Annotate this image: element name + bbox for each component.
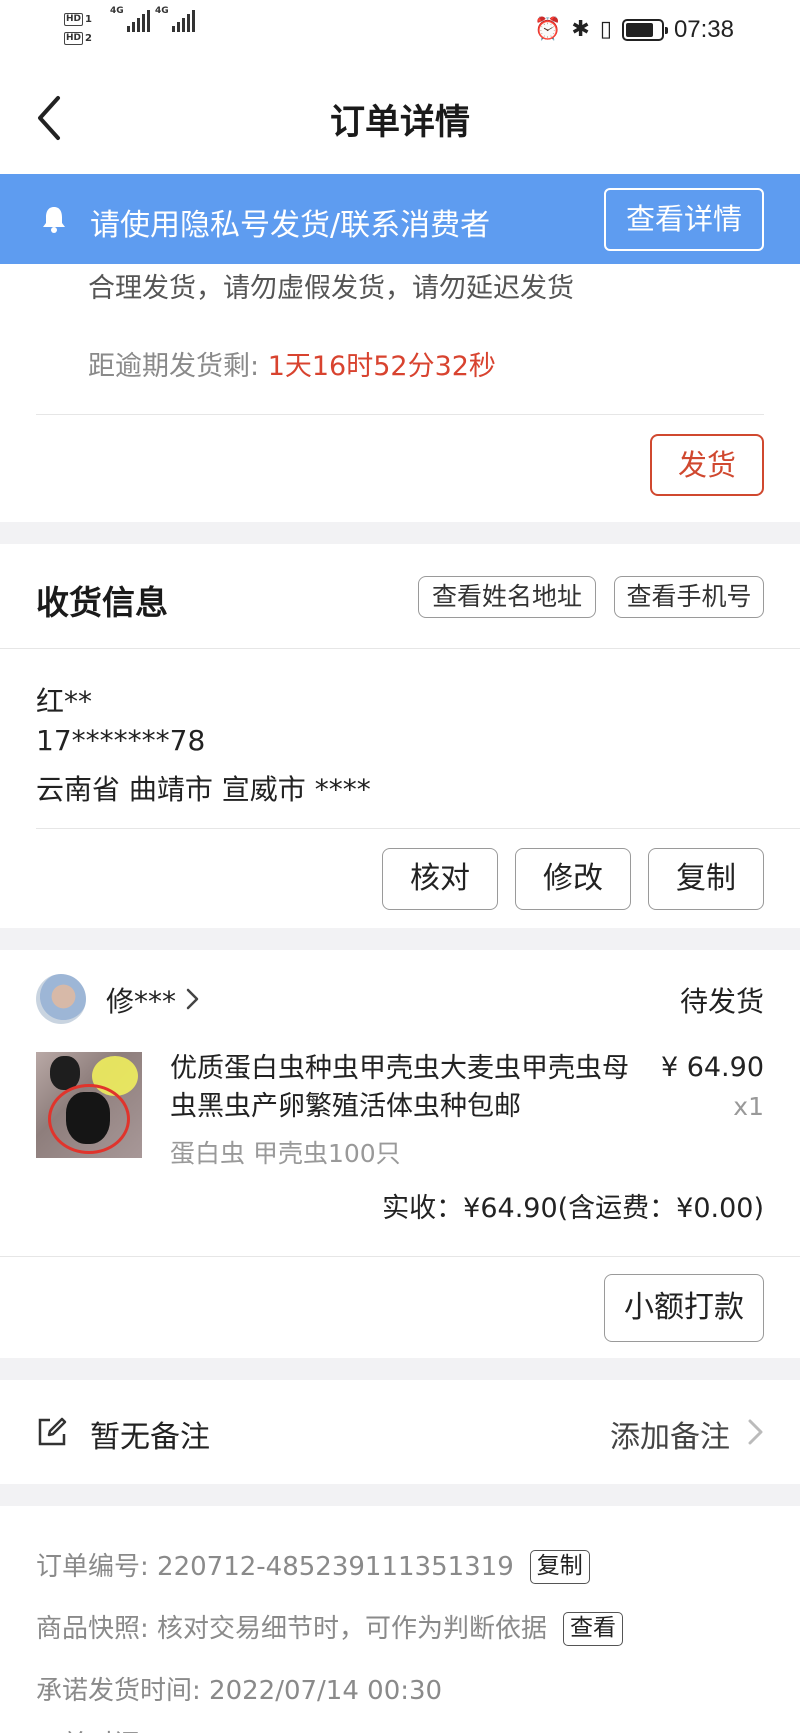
signal-icon: 4G xyxy=(110,6,150,32)
copy-button[interactable]: 复制 xyxy=(648,848,764,910)
copy-order-number-button[interactable]: 复制 xyxy=(529,1550,590,1584)
order-number-row: 订单编号: 220712-485239111351319 复制 xyxy=(36,1546,590,1584)
order-number: 220712-485239111351319 xyxy=(157,1552,514,1582)
view-name-address-button[interactable]: 查看姓名地址 xyxy=(418,576,596,618)
countdown-label: 距逾期发货剩: xyxy=(88,351,268,382)
chevron-right-icon[interactable] xyxy=(742,1416,768,1448)
signal-icon: 4G xyxy=(155,6,195,32)
bluetooth-icon: ✱ xyxy=(571,17,590,42)
shipping-note: 合理发货，请勿虚假发货，请勿延迟发货 xyxy=(88,273,574,304)
small-payment-button[interactable]: 小额打款 xyxy=(604,1274,764,1342)
view-phone-button[interactable]: 查看手机号 xyxy=(614,576,764,618)
order-number-label: 订单编号: xyxy=(36,1552,158,1582)
order-status: 待发货 xyxy=(679,985,764,1018)
product-image[interactable] xyxy=(36,1052,142,1158)
order-info-card: 订单编号: 220712-485239111351319 复制 商品快照: 核对交… xyxy=(0,1506,800,1733)
receiver-address: 云南省 曲靖市 宣威市 **** xyxy=(36,773,371,806)
remark-row[interactable]: 暂无备注 添加备注 xyxy=(0,1380,800,1484)
receiver-card: 收货信息 查看姓名地址 查看手机号 红** 17*******78 云南省 曲靖… xyxy=(0,544,800,928)
divider xyxy=(0,648,800,649)
ship-button[interactable]: 发货 xyxy=(650,434,764,496)
divider xyxy=(0,1256,800,1257)
battery-icon xyxy=(621,19,668,41)
promise-time-label: 承诺发货时间: xyxy=(36,1676,210,1706)
status-right: ⏰ ✱ ▯ 07:38 xyxy=(534,16,734,44)
promise-time: 2022/07/14 00:30 xyxy=(209,1676,443,1706)
divider xyxy=(36,828,800,829)
buyer-name[interactable]: 修*** xyxy=(106,980,176,1020)
snapshot-row: 商品快照: 核对交易细节时，可作为判断依据 查看 xyxy=(36,1608,624,1646)
verify-button[interactable]: 核对 xyxy=(382,848,498,910)
product-quantity: x1 xyxy=(733,1092,764,1121)
sim-indicators: HD 1 HD 2 xyxy=(64,10,92,48)
snapshot-text: 核对交易细节时，可作为判断依据 xyxy=(157,1614,548,1644)
page-title: 订单详情 xyxy=(329,103,470,143)
product-title[interactable]: 优质蛋白虫种虫甲壳虫大麦虫甲壳虫母虫黑虫产卵繁殖活体虫种包邮 xyxy=(170,1050,640,1126)
product-spec: 蛋白虫 甲壳虫100只 xyxy=(170,1139,401,1168)
clock: 07:38 xyxy=(673,16,734,43)
view-details-button[interactable]: 查看详情 xyxy=(604,188,764,251)
chevron-right-icon[interactable] xyxy=(180,986,204,1012)
vibrate-icon: ▯ xyxy=(599,17,612,42)
receiver-title: 收货信息 xyxy=(36,583,168,622)
product-card: 修*** 待发货 优质蛋白虫种虫甲壳虫大麦虫甲壳虫母虫黑虫产卵繁殖活体虫种包邮 … xyxy=(0,950,800,1358)
remark-text: 暂无备注 xyxy=(90,1420,210,1455)
avatar[interactable] xyxy=(36,974,86,1024)
receiver-name: 红** xyxy=(36,685,93,718)
snapshot-label: 商品快照: xyxy=(36,1614,158,1644)
edit-button[interactable]: 修改 xyxy=(515,848,631,910)
countdown-value: 1天16时52分32秒 xyxy=(267,351,496,382)
notice-text: 请使用隐私号发货/联系消费者 xyxy=(90,208,491,243)
product-price: ¥ 64.90 xyxy=(660,1052,764,1083)
privacy-notice-banner: 请使用隐私号发货/联系消费者 查看详情 xyxy=(0,174,800,264)
promise-ship-time-row: 承诺发货时间: 2022/07/14 00:30 xyxy=(36,1670,442,1707)
status-bar: HD 1 HD 2 4G 4G ⏰ ✱ ▯ 07:38 xyxy=(0,0,800,60)
edit-icon xyxy=(38,1417,67,1446)
bell-icon xyxy=(43,207,65,233)
alarm-icon: ⏰ xyxy=(533,17,562,42)
sim1-hd-badge: HD 1 xyxy=(64,13,92,26)
shipping-card: 合理发货，请勿虚假发货，请勿延迟发货 距逾期发货剩: 1天16时52分32秒 发… xyxy=(0,264,800,522)
sim2-hd-badge: HD 2 xyxy=(64,32,92,45)
paid-amount: 实收：¥64.90(含运费：¥0.00) xyxy=(382,1193,764,1224)
divider xyxy=(36,414,764,415)
view-snapshot-button[interactable]: 查看 xyxy=(563,1612,624,1646)
receiver-phone: 17*******78 xyxy=(36,724,206,757)
order-time-row: 下单时间: 2022/07/12 00:30 xyxy=(36,1724,390,1733)
ship-countdown: 距逾期发货剩: 1天16时52分32秒 xyxy=(88,344,496,383)
add-remark-link[interactable]: 添加备注 xyxy=(610,1412,730,1456)
page-header: 订单详情 xyxy=(0,60,800,174)
